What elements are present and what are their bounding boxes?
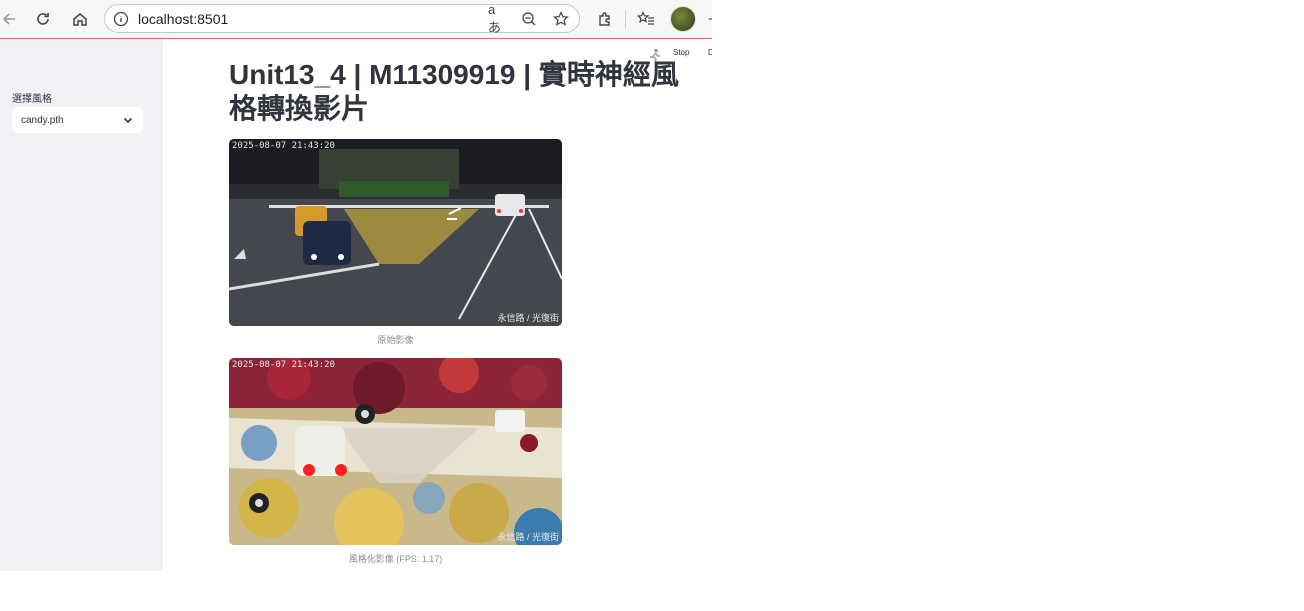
original-timestamp: 2025-08-07 21:43:20	[232, 141, 335, 151]
stylized-location-label: 永信路 / 光復街	[497, 532, 559, 542]
style-select-value: candy.pth	[21, 115, 64, 126]
info-icon[interactable]	[111, 9, 131, 29]
zoom-out-icon[interactable]	[519, 9, 539, 29]
stylized-timestamp: 2025-08-07 21:43:20	[232, 360, 335, 370]
original-location-label: 永信路 / 光復街	[497, 313, 559, 323]
home-icon[interactable]	[67, 6, 93, 32]
stylized-caption: 風格化影像 (FPS: 1.17)	[348, 554, 443, 564]
favorites-icon[interactable]	[633, 6, 659, 32]
favorite-star-icon[interactable]	[551, 9, 571, 29]
original-caption: 原始影像	[377, 335, 414, 345]
extensions-icon[interactable]	[592, 6, 618, 32]
original-video-frame: 2025-08-07 21:43:20 永信路 / 光復街	[229, 139, 562, 326]
style-select[interactable]: candy.pth	[12, 107, 143, 133]
url-text: localhost:8501	[138, 11, 229, 27]
read-aloud-icon[interactable]: aあ	[488, 2, 508, 35]
profile-avatar[interactable]	[670, 6, 696, 32]
sidebar: 選擇風格 candy.pth	[0, 39, 163, 571]
toolbar-divider	[625, 10, 626, 28]
chevron-down-icon	[123, 117, 133, 124]
browser-toolbar: localhost:8501 aあ	[0, 0, 712, 39]
address-bar[interactable]: localhost:8501 aあ	[104, 2, 580, 35]
page-title: Unit13_4 | M11309919 | 實時神經風格轉換影片	[229, 59, 679, 124]
style-select-label: 選擇風格	[12, 94, 52, 105]
stylized-video-frame: 2025-08-07 21:43:20 永信路 / 光復街	[229, 358, 562, 545]
deploy-button[interactable]: D	[708, 48, 712, 57]
more-icon[interactable]	[704, 6, 712, 32]
back-icon[interactable]	[0, 6, 22, 32]
stop-button[interactable]: Stop	[673, 48, 689, 57]
refresh-icon[interactable]	[30, 6, 56, 32]
